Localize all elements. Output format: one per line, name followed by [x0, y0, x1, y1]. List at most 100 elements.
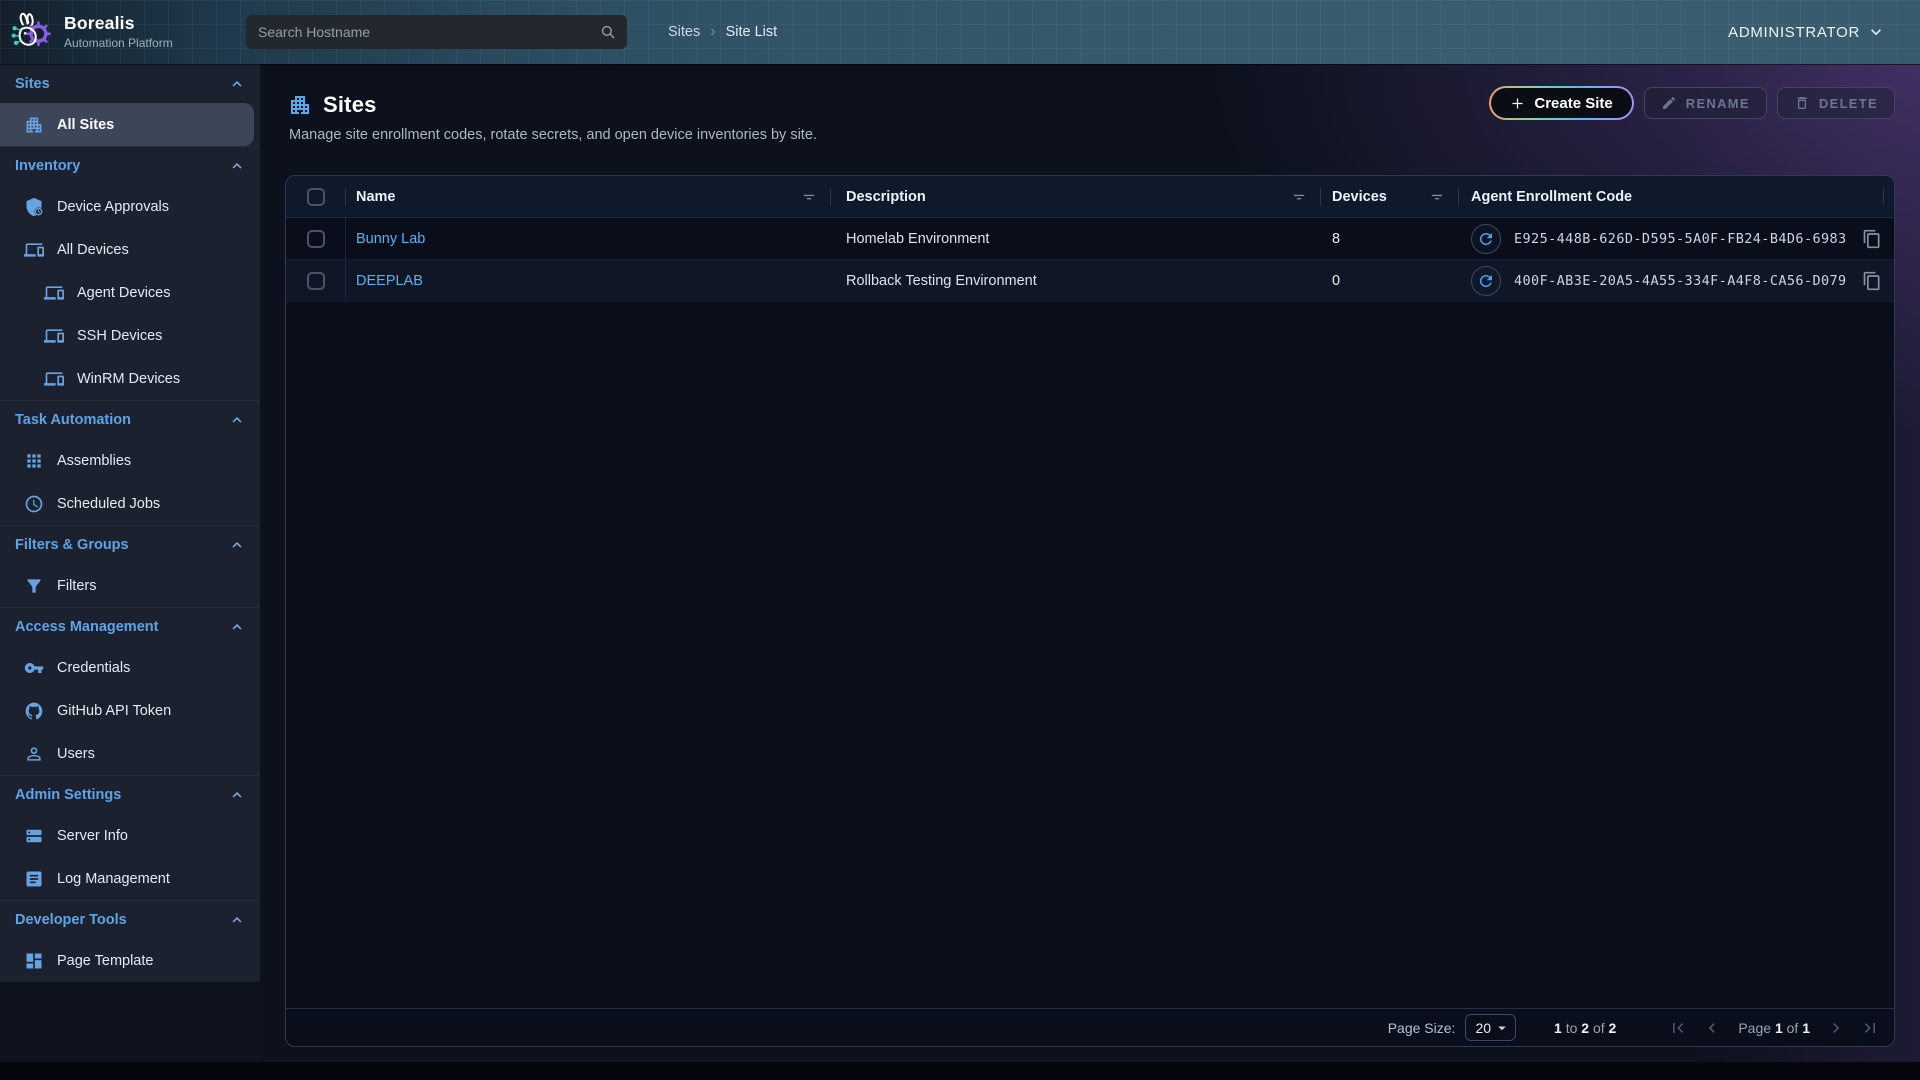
chevron-down-icon — [1866, 22, 1886, 42]
table-row[interactable]: Bunny Lab Homelab Environment 8 E925-448… — [286, 218, 1894, 260]
filter-icon[interactable] — [1290, 188, 1308, 206]
funnel-icon — [24, 576, 44, 596]
building-icon — [24, 115, 44, 135]
user-menu-button[interactable]: ADMINISTRATOR — [1728, 0, 1886, 64]
sites-table: Name Description Devices Agent Enrollmen… — [285, 175, 1895, 1047]
sidebar-item-users[interactable]: Users — [0, 732, 260, 775]
chevron-up-icon — [228, 536, 246, 554]
sidebar-item-log-management[interactable]: Log Management — [0, 857, 260, 900]
brand-subtitle: Automation Platform — [64, 36, 173, 50]
section-label: Developer Tools — [15, 912, 228, 928]
previous-page-icon[interactable] — [1702, 1018, 1722, 1038]
rotate-code-button[interactable] — [1471, 224, 1501, 254]
bottom-edge-strip — [0, 1062, 1920, 1080]
main-content: Sites Manage site enrollment codes, rota… — [260, 64, 1920, 1062]
breadcrumb-root[interactable]: Sites — [668, 24, 700, 40]
chevron-up-icon — [228, 411, 246, 429]
delete-button[interactable]: DELETE — [1777, 87, 1895, 119]
first-page-icon[interactable] — [1668, 1018, 1688, 1038]
sidebar-section-admin-settings[interactable]: Admin Settings — [0, 775, 260, 814]
search-input[interactable] — [246, 15, 627, 49]
copy-icon[interactable] — [1862, 271, 1882, 291]
rotate-code-button[interactable] — [1471, 266, 1501, 296]
sidebar: Sites All Sites Inventory Device Approva… — [0, 64, 260, 982]
site-device-count: 8 — [1332, 231, 1340, 247]
breadcrumb: Sites › Site List — [668, 0, 777, 64]
chevron-up-icon — [228, 618, 246, 636]
caret-down-icon — [1493, 1019, 1511, 1037]
section-label: Filters & Groups — [15, 537, 228, 553]
chevron-up-icon — [228, 786, 246, 804]
row-checkbox[interactable] — [307, 230, 325, 248]
breadcrumb-current: Site List — [726, 24, 778, 40]
site-name-link[interactable]: Bunny Lab — [356, 231, 425, 247]
devices-icon — [24, 240, 44, 260]
brand-logo: Borealis Automation Platform — [10, 9, 173, 53]
server-icon — [24, 826, 44, 846]
devices-icon — [44, 283, 64, 303]
sidebar-item-filters[interactable]: Filters — [0, 564, 260, 607]
page-size-label: Page Size: — [1388, 1020, 1456, 1036]
section-label: Task Automation — [15, 412, 228, 428]
sidebar-item-ssh-devices[interactable]: SSH Devices — [0, 314, 260, 357]
sidebar-section-filters-groups[interactable]: Filters & Groups — [0, 525, 260, 564]
sidebar-item-scheduled-jobs[interactable]: Scheduled Jobs — [0, 482, 260, 525]
plus-icon — [1510, 96, 1525, 111]
top-bar: Borealis Automation Platform Sites › Sit… — [0, 0, 1920, 64]
rename-button[interactable]: RENAME — [1644, 87, 1767, 119]
column-header-devices[interactable]: Devices — [1321, 176, 1459, 217]
sidebar-item-winrm-devices[interactable]: WinRM Devices — [0, 357, 260, 400]
last-page-icon[interactable] — [1860, 1018, 1880, 1038]
table-footer: Page Size: 20 1 to 2 of 2 Page 1 of 1 — [286, 1008, 1894, 1046]
chevron-up-icon — [228, 157, 246, 175]
copy-icon[interactable] — [1862, 229, 1882, 249]
sidebar-section-access-management[interactable]: Access Management — [0, 607, 260, 646]
create-site-button[interactable]: Create Site — [1489, 86, 1633, 120]
key-icon — [24, 658, 44, 678]
sidebar-item-server-info[interactable]: Server Info — [0, 814, 260, 857]
table-header-row: Name Description Devices Agent Enrollmen… — [286, 176, 1894, 218]
breadcrumb-separator: › — [700, 23, 725, 41]
sidebar-item-all-devices[interactable]: All Devices — [0, 228, 260, 271]
sidebar-item-all-sites[interactable]: All Sites — [0, 103, 254, 146]
sidebar-item-credentials[interactable]: Credentials — [0, 646, 260, 689]
page-title: Sites — [323, 92, 377, 118]
site-description: Rollback Testing Environment — [846, 273, 1037, 289]
sidebar-item-agent-devices[interactable]: Agent Devices — [0, 271, 260, 314]
log-icon — [24, 869, 44, 889]
sidebar-section-sites[interactable]: Sites — [0, 64, 260, 103]
clock-icon — [24, 494, 44, 514]
shield-clock-icon — [24, 197, 44, 217]
search-icon — [599, 23, 617, 41]
chevron-up-icon — [228, 911, 246, 929]
site-name-link[interactable]: DEEPLAB — [356, 273, 423, 289]
page-subtitle: Manage site enrollment codes, rotate sec… — [289, 127, 817, 143]
section-label: Sites — [15, 76, 228, 92]
column-header-name[interactable]: Name — [346, 176, 831, 217]
dashboard-icon — [24, 951, 44, 971]
sidebar-item-assemblies[interactable]: Assemblies — [0, 439, 260, 482]
user-icon — [24, 744, 44, 764]
table-empty-area — [286, 302, 1894, 1008]
sidebar-section-inventory[interactable]: Inventory — [0, 146, 260, 185]
page-size-select[interactable]: 20 — [1465, 1014, 1516, 1041]
column-header-description[interactable]: Description — [831, 176, 1321, 217]
select-all-checkbox[interactable] — [307, 188, 325, 206]
section-label: Inventory — [15, 158, 228, 174]
sidebar-section-task-automation[interactable]: Task Automation — [0, 400, 260, 439]
user-menu-label: ADMINISTRATOR — [1728, 24, 1860, 41]
sidebar-section-developer-tools[interactable]: Developer Tools — [0, 900, 260, 939]
chevron-up-icon — [228, 75, 246, 93]
filter-icon[interactable] — [800, 188, 818, 206]
sidebar-item-github-api-token[interactable]: GitHub API Token — [0, 689, 260, 732]
filter-icon[interactable] — [1428, 188, 1446, 206]
column-header-enrollment-code[interactable]: Agent Enrollment Code — [1459, 176, 1894, 217]
devices-icon — [44, 369, 64, 389]
refresh-icon — [1477, 230, 1495, 248]
next-page-icon[interactable] — [1826, 1018, 1846, 1038]
row-checkbox[interactable] — [307, 272, 325, 290]
table-row[interactable]: DEEPLAB Rollback Testing Environment 0 4… — [286, 260, 1894, 302]
sidebar-item-device-approvals[interactable]: Device Approvals — [0, 185, 260, 228]
sidebar-item-page-template[interactable]: Page Template — [0, 939, 260, 982]
enrollment-code: 400F-AB3E-20A5-4A55-334F-A4F8-CA56-D079 — [1514, 273, 1847, 289]
